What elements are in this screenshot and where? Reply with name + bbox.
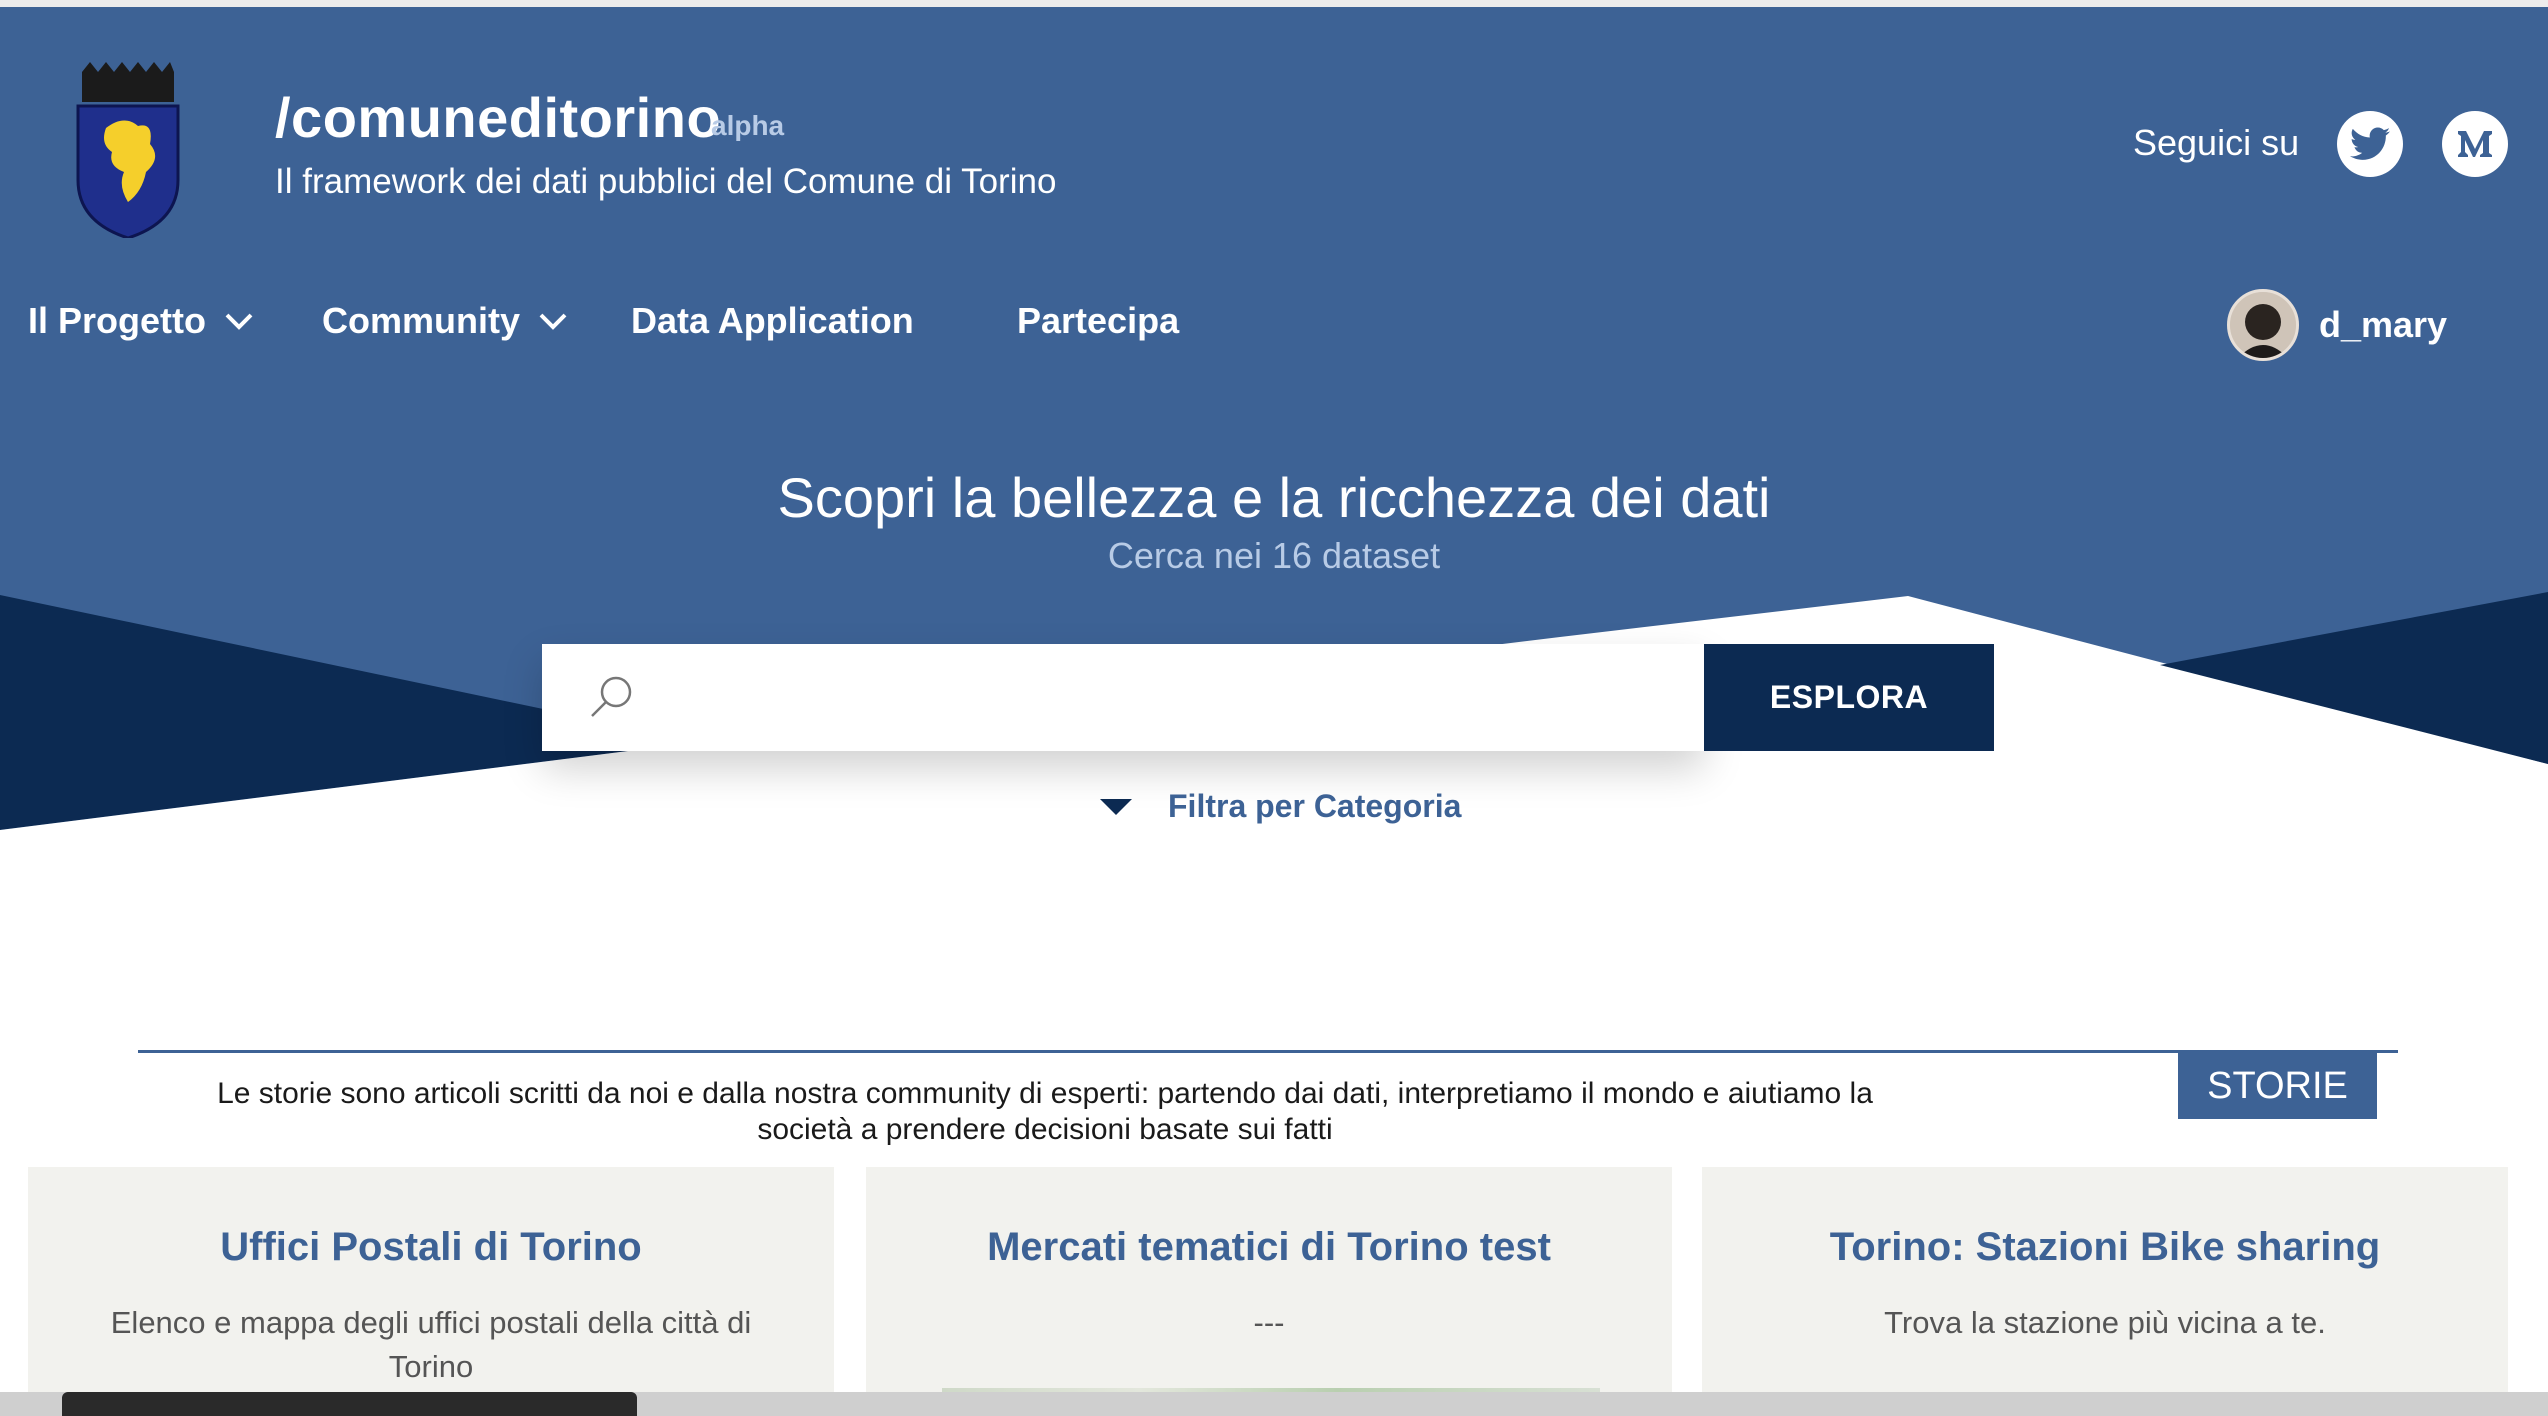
site-subtitle: Il framework dei dati pubblici del Comun… [275, 162, 1057, 201]
story-card-description: --- [1253, 1305, 1285, 1340]
bottom-dark-panel [62, 1392, 637, 1416]
stories-description: Le storie sono articoli scritti da noi e… [217, 1077, 1873, 1146]
nav-community[interactable]: Community [322, 300, 568, 342]
hero-section: /comuneditorino alpha Il framework dei d… [0, 7, 2548, 830]
story-card[interactable]: Mercati tematici di Torino test --- [866, 1167, 1672, 1416]
twitter-button[interactable] [2337, 111, 2403, 177]
hero-subheadline: Cerca nei 16 dataset [1107, 535, 1441, 576]
nav-il-progetto-label: Il Progetto [28, 300, 206, 341]
nav-partecipa-label: Partecipa [1017, 300, 1180, 341]
city-crest-logo[interactable] [72, 62, 184, 240]
medium-button[interactable] [2442, 111, 2508, 177]
story-card-description: Elenco e mappa degli uffici postali dell… [110, 1305, 752, 1384]
story-card-description: Trova la stazione più vicina a te. [1884, 1305, 2326, 1340]
nav-data-application[interactable]: Data Application [631, 300, 914, 342]
filter-label: Filtra per Categoria [1168, 788, 1462, 824]
story-card[interactable]: Torino: Stazioni Bike sharing Trova la s… [1702, 1167, 2508, 1416]
top-border [0, 0, 2548, 7]
user-menu[interactable]: d_mary [2227, 289, 2447, 361]
search-box[interactable] [542, 644, 1704, 751]
chevron-down-icon [539, 313, 567, 330]
alpha-badge: alpha [711, 110, 785, 141]
search-icon [591, 676, 632, 717]
story-card[interactable]: Uffici Postali di Torino Elenco e mappa … [28, 1167, 834, 1416]
stories-tab[interactable]: STORIE [2178, 1053, 2377, 1119]
nav-partecipa[interactable]: Partecipa [1017, 300, 1179, 342]
follow-label: Seguici su [2133, 122, 2300, 163]
nav-community-label: Community [322, 300, 520, 341]
story-card-title[interactable]: Torino: Stazioni Bike sharing [1702, 1225, 2508, 1270]
search-input[interactable] [662, 664, 1666, 732]
site-title[interactable]: /comuneditorino [275, 85, 721, 150]
story-card-title[interactable]: Uffici Postali di Torino [28, 1225, 834, 1270]
twitter-icon [2350, 127, 2390, 160]
stories-divider [138, 1050, 2398, 1053]
chevron-down-icon [225, 313, 253, 330]
triangle-down-icon [1100, 798, 1132, 815]
hero-headline: Scopri la bellezza e la ricchezza dei da… [777, 466, 1771, 529]
story-card-title[interactable]: Mercati tematici di Torino test [866, 1225, 1672, 1270]
explore-button[interactable]: ESPLORA [1704, 644, 1994, 751]
nav-data-application-label: Data Application [631, 300, 914, 341]
username: d_mary [2319, 304, 2448, 345]
medium-icon [2458, 131, 2492, 157]
filter-by-category[interactable]: Filtra per Categoria [1100, 788, 1461, 825]
avatar [2227, 289, 2299, 361]
nav-il-progetto[interactable]: Il Progetto [28, 300, 254, 342]
